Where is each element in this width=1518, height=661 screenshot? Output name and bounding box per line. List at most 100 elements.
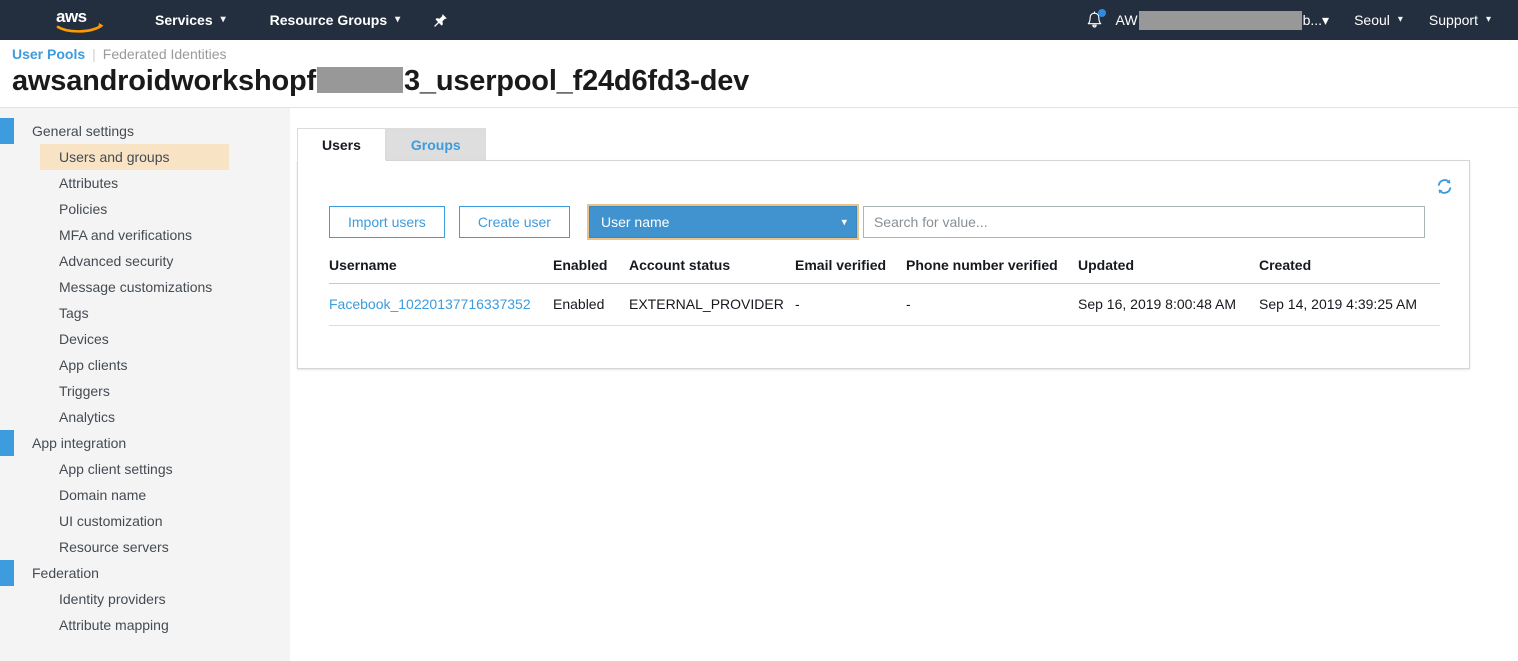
group-marker [0, 430, 14, 456]
support-menu[interactable]: Support ▾ [1416, 0, 1504, 40]
column-header-created[interactable]: Created [1259, 257, 1440, 284]
breadcrumb-user-pools[interactable]: User Pools [12, 46, 85, 62]
sidebar-item-identity-providers[interactable]: Identity providers [40, 586, 229, 612]
sidebar-item-devices[interactable]: Devices [40, 326, 229, 352]
sidebar-item-triggers[interactable]: Triggers [40, 378, 229, 404]
breadcrumb-separator: | [92, 46, 96, 62]
column-header-enabled[interactable]: Enabled [553, 257, 629, 284]
main-content: Users Groups Import users Create user Us… [290, 108, 1518, 661]
chevron-down-icon: ▾ [1485, 14, 1491, 25]
nav-services[interactable]: Services ▾ [142, 0, 239, 40]
user-link[interactable]: Facebook_10220137716337352 [329, 296, 531, 312]
sidebar-item-analytics[interactable]: Analytics [40, 404, 229, 430]
import-users-button[interactable]: Import users [329, 206, 445, 238]
sidebar-group-label: General settings [32, 123, 134, 139]
sidebar-item-attributes[interactable]: Attributes [40, 170, 229, 196]
chevron-down-icon: ▾ [220, 14, 226, 25]
search-input[interactable] [862, 206, 1425, 238]
region-menu[interactable]: Seoul ▾ [1341, 0, 1416, 40]
users-panel: Import users Create user User name ▾ Use… [297, 160, 1470, 369]
nav-right-group: AW b... ▾ Seoul ▾ Support ▾ [1078, 0, 1518, 40]
account-name-prefix: AW [1115, 12, 1138, 28]
sidebar-item-label: MFA and verifications [59, 227, 193, 243]
create-user-label: Create user [477, 214, 551, 230]
sidebar-item-domain-name[interactable]: Domain name [40, 482, 229, 508]
redacted-title-segment [316, 67, 403, 93]
sidebar-item-label: Users and groups [59, 149, 170, 165]
sidebar-item-label: Attribute mapping [59, 617, 169, 633]
aws-logo[interactable]: aws [54, 4, 106, 36]
cell-updated: Sep 16, 2019 8:00:48 AM [1078, 283, 1259, 326]
support-label: Support [1428, 12, 1478, 28]
chevron-down-icon: ▾ [395, 14, 401, 25]
sidebar-item-users-and-groups[interactable]: Users and groups [40, 144, 229, 170]
column-header-updated[interactable]: Updated [1078, 257, 1259, 284]
aws-top-navigation: aws Services ▾ Resource Groups ▾ AW b... … [0, 0, 1518, 40]
sidebar-group-app-integration[interactable]: App integration [0, 430, 290, 456]
sidebar-item-app-clients[interactable]: App clients [40, 352, 229, 378]
sidebar-item-mfa-and-verifications[interactable]: MFA and verifications [40, 222, 229, 248]
sidebar-item-ui-customization[interactable]: UI customization [40, 508, 229, 534]
tab-groups[interactable]: Groups [385, 128, 486, 161]
table-row[interactable]: Facebook_10220137716337352 Enabled EXTER… [329, 283, 1440, 326]
table-header-row: Username Enabled Account status Email ve… [329, 257, 1440, 284]
group-marker [0, 118, 14, 144]
sidebar-item-message-customizations[interactable]: Message customizations [40, 274, 229, 300]
sidebar-item-attribute-mapping[interactable]: Attribute mapping [40, 612, 229, 638]
svg-text:aws: aws [56, 7, 87, 26]
sidebar-item-label: Message customizations [59, 279, 213, 295]
account-name-suffix: b... [1302, 12, 1323, 28]
refresh-icon[interactable] [1431, 174, 1457, 198]
column-header-email-verified[interactable]: Email verified [795, 257, 906, 284]
column-header-username[interactable]: Username [329, 257, 553, 284]
tab-users[interactable]: Users [297, 128, 386, 161]
sidebar-item-label: Advanced security [59, 253, 174, 269]
users-table: Username Enabled Account status Email ve… [329, 257, 1440, 326]
sidebar-item-label: Domain name [59, 487, 147, 503]
sidebar-item-policies[interactable]: Policies [40, 196, 229, 222]
sidebar-item-resource-servers[interactable]: Resource servers [40, 534, 229, 560]
sidebar-item-advanced-security[interactable]: Advanced security [40, 248, 229, 274]
breadcrumb-federated-identities[interactable]: Federated Identities [103, 46, 227, 62]
sidebar-item-label: Attributes [59, 175, 119, 191]
search-attribute-select-value: User name [588, 206, 857, 238]
sidebar-item-tags[interactable]: Tags [40, 300, 229, 326]
sidebar-item-label: UI customization [59, 513, 163, 529]
column-header-phone-number-verified[interactable]: Phone number verified [906, 257, 1078, 284]
cell-account-status: EXTERNAL_PROVIDER [629, 283, 795, 326]
page-title-suffix: 3_userpool_f24d6fd3-dev [403, 65, 750, 97]
nav-resource-groups-label: Resource Groups [269, 12, 388, 28]
sidebar-item-label: Analytics [59, 409, 116, 425]
region-label: Seoul [1354, 12, 1390, 28]
account-menu[interactable]: AW b... ▾ [1112, 0, 1342, 40]
sidebar-group-federation[interactable]: Federation [0, 560, 290, 586]
sidebar-item-label: Resource servers [59, 539, 169, 555]
pin-icon[interactable] [427, 0, 453, 40]
column-header-account-status[interactable]: Account status [629, 257, 795, 284]
page-title: awsandroidworkshopf 3_userpool_f24d6fd3-d… [12, 64, 749, 98]
sidebar-item-label: Identity providers [59, 591, 166, 607]
users-toolbar: Import users Create user User name ▾ [329, 204, 1425, 240]
import-users-label: Import users [348, 214, 426, 230]
group-marker [0, 560, 14, 586]
chevron-down-icon: ▾ [1397, 14, 1403, 25]
nav-services-label: Services [155, 12, 213, 28]
cell-enabled: Enabled [553, 283, 629, 326]
sidebar-group-label: App integration [32, 435, 127, 451]
sidebar-item-label: Policies [59, 201, 108, 217]
tab-label: Groups [410, 137, 461, 153]
sidebar-group-general-settings[interactable]: General settings [0, 118, 290, 144]
tab-bar: Users Groups [297, 127, 486, 161]
sidebar-item-label: Tags [59, 305, 89, 321]
left-sidebar: General settings Users and groups Attrib… [0, 108, 290, 661]
redacted-account-name [1138, 10, 1302, 30]
nav-resource-groups[interactable]: Resource Groups ▾ [257, 0, 414, 40]
create-user-button[interactable]: Create user [458, 206, 570, 238]
sidebar-group-label: Federation [32, 565, 99, 581]
sidebar-item-label: Triggers [59, 383, 110, 399]
sidebar-item-app-client-settings[interactable]: App client settings [40, 456, 229, 482]
search-attribute-select[interactable]: User name ▾ [586, 204, 859, 240]
notifications-button[interactable] [1078, 0, 1112, 40]
cell-phone-verified: - [906, 283, 1078, 326]
notification-badge-dot [1097, 9, 1106, 17]
